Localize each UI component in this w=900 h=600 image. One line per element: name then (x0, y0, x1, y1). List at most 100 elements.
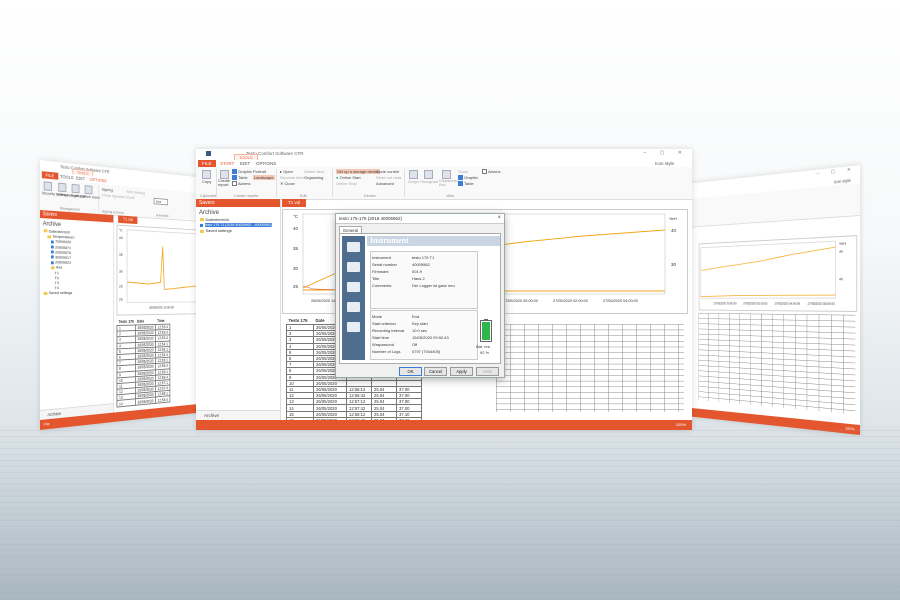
left-chart-tick-y: 35 (119, 253, 123, 257)
dialog-field-value: End (412, 314, 420, 319)
ribbon-setup-storage[interactable]: Set up a storage device (336, 169, 381, 174)
center-chart-tick-y: 40 (293, 226, 299, 231)
left-rib-email[interactable]: Email (126, 195, 134, 200)
ribbon-table[interactable]: Table (232, 175, 248, 181)
close-icon[interactable]: × (497, 214, 501, 223)
ribbon-rename[interactable]: Rename item (280, 175, 304, 180)
right-chart-x-label: 27/05/2020 06:00:00 (808, 302, 835, 306)
ribbon-view-alarms[interactable]: Alarms (482, 169, 500, 175)
floor-reflection (0, 430, 900, 600)
ribbon-read-out[interactable]: Read out data (376, 175, 401, 180)
ribbon-view-table[interactable]: Table (458, 181, 474, 187)
center-sidebar-header: Savers (196, 199, 280, 207)
dialog-field-label: Start criterion (372, 321, 396, 326)
ok-button[interactable]: OK (399, 367, 422, 376)
logger-icon (51, 260, 54, 265)
group-view: View (446, 194, 455, 198)
left-group-automatic: Automatic (155, 213, 169, 218)
center-chart-tick-y2: 30 (671, 262, 677, 267)
center-window-controls[interactable]: – ▢ ✕ (644, 150, 688, 156)
ribbon-alarms[interactable]: Alarms (232, 181, 250, 187)
alarm-icon[interactable] (347, 302, 360, 312)
center-sidebar-footer[interactable]: Archive (196, 410, 280, 420)
help-button[interactable]: Help (476, 367, 499, 376)
dialog-field-label: Number of Logs (372, 349, 401, 354)
dialog-field-label: Start time (372, 335, 390, 340)
left-table-body: 1 26/05/2020 12:53:4 2 26/05/2020 12:53:4 3 26/… (116, 324, 170, 407)
tree-node[interactable]: Saved settings (43, 290, 114, 295)
dialog-field-label: Comments (372, 283, 392, 288)
right-chart-svg: %rH 40 40 27/05/2020 00:00:00 27/05/2020… (699, 236, 846, 306)
left-doc-tab[interactable]: T1 val (118, 215, 138, 225)
battery-fill (482, 321, 490, 340)
instrument-dialog: testo 175-176 (2018 40005962) × General … (335, 213, 505, 378)
center-tab-start[interactable]: START (216, 160, 238, 167)
copy-icon (202, 170, 211, 179)
ribbon-scale[interactable]: Scale (458, 169, 468, 174)
dialog-field-value: 40005962 (412, 262, 430, 267)
dialog-field-value: testo 175 T1 (412, 255, 435, 260)
battery-value: 92 % (480, 350, 490, 355)
center-doc-tab[interactable]: T1 val (282, 199, 307, 207)
ribbon-portrait[interactable]: Portrait (253, 169, 266, 174)
right-chart-tick-y2: 40 (839, 277, 843, 281)
ribbon-dispatcher[interactable]: Dispatcher Box (439, 179, 458, 187)
right-chart-tick-y2: 40 (839, 249, 843, 254)
right-chart-y2-unit: %rH (839, 241, 846, 246)
center-style-label[interactable]: Icon style (651, 160, 678, 167)
center-chart-x-label: 27/05/2020 04:00:00 (603, 299, 638, 303)
ribbon-close[interactable]: ✕ Close (280, 181, 295, 186)
dialog-field-value: 10.0 sec (412, 328, 428, 333)
ribbon-copy[interactable]: Copy (202, 179, 211, 184)
dialog-nav (342, 236, 365, 360)
center-chart-tick-y: 35 (293, 246, 299, 251)
instrument-icon[interactable] (347, 242, 360, 252)
battery-label: Bat. res. (476, 344, 491, 349)
dialog-field-label: Instrument (372, 255, 391, 260)
ribbon-open[interactable]: ▸ Open (280, 169, 293, 174)
left-status-text: File (43, 421, 50, 427)
dialog-field-label: Mode (372, 314, 383, 319)
center-chart-tick-y: 25 (293, 284, 299, 289)
table-cell: 14 (116, 399, 136, 407)
left-chart-tick-y: 25 (119, 285, 123, 289)
cancel-button[interactable]: Cancel (424, 367, 447, 376)
dialog-field-value: Der Logger ist ganz neu (412, 283, 455, 288)
ribbon-graph[interactable]: Graph (408, 179, 419, 184)
probe-icon[interactable] (347, 262, 360, 272)
dialog-header: Instrument (367, 236, 500, 246)
ribbon-advanced[interactable]: Advanced (376, 181, 394, 186)
left-chart-tick-y: 40 (119, 236, 123, 240)
right-chart: %rH 40 40 27/05/2020 00:00:00 27/05/2020… (698, 235, 858, 312)
folder-icon (43, 291, 48, 295)
checkbox-icon (232, 169, 237, 175)
save-icon[interactable] (206, 151, 211, 156)
ribbon-organizing[interactable]: Organizing (304, 175, 323, 180)
left-combo[interactable]: Axa (153, 197, 168, 206)
left-rib-check-signature[interactable]: Check signature (102, 192, 126, 199)
group-device: Device (364, 194, 376, 198)
ribbon-delete[interactable]: Delete item (304, 169, 324, 174)
ribbon-cycle-control[interactable]: Cycle control (376, 169, 399, 174)
dialog-field-value: Off (412, 342, 418, 347)
tree-node[interactable]: Saved settings (200, 228, 280, 233)
center-tab-options[interactable]: OPTIONS (252, 160, 280, 167)
ribbon-online-stop[interactable]: Online Stop (336, 181, 357, 186)
center-tab-file[interactable]: FILE (198, 160, 216, 167)
left-chart-tick-y: 30 (119, 270, 123, 274)
ribbon-histogram[interactable]: Histogram (420, 179, 438, 184)
ribbon-view-graphic[interactable]: Graphic (458, 175, 478, 181)
right-chart-x-label: 27/05/2020 00:00:00 (714, 301, 737, 305)
ribbon-landscape[interactable]: Landscape (253, 175, 275, 180)
right-chart-x-label: 27/05/2020 04:00:00 (775, 302, 801, 306)
logger-icon (51, 240, 54, 244)
ribbon-create-report[interactable]: Create report (218, 179, 230, 187)
apply-button[interactable]: Apply (450, 367, 473, 376)
ribbon-online-start[interactable]: ● Online Start (336, 175, 361, 180)
calibration-icon[interactable] (347, 322, 360, 332)
ribbon-graphic[interactable]: Graphic (232, 169, 252, 175)
center-zoom[interactable]: 100% (676, 420, 686, 430)
clock-icon[interactable] (347, 282, 360, 292)
left-chart-tick-y: 20 (119, 298, 123, 302)
center-tabbar: TOOLS FILE START EDIT OPTIONS Icon style (196, 154, 692, 167)
